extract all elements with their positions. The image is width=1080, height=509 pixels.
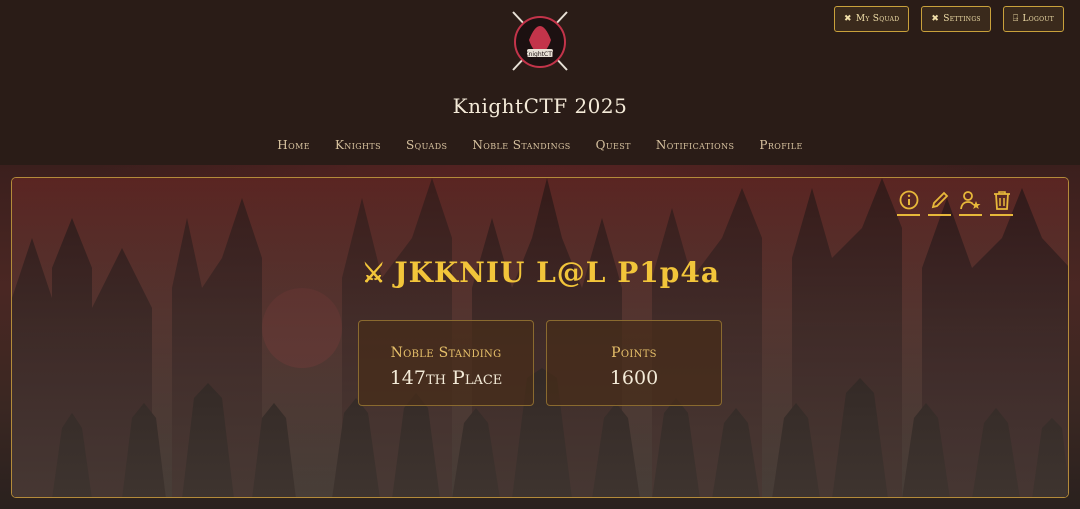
nav-squads[interactable]: Squads	[394, 138, 460, 152]
points-stat: Points 1600	[546, 320, 722, 406]
team-name-heading: ⚔ JKKNIU L@L P1p4a	[12, 256, 1068, 289]
trash-icon[interactable]	[990, 190, 1013, 216]
crossed-swords-icon: ✖	[931, 14, 940, 24]
my-squad-label: My Squad	[855, 14, 900, 24]
settings-label: Settings	[943, 14, 981, 24]
nav-knights[interactable]: Knights	[322, 138, 393, 152]
logout-label: Logout	[1022, 14, 1054, 24]
site-title: KnightCTF 2025	[452, 94, 628, 118]
noble-standing-stat: Noble Standing 147th Place	[358, 320, 534, 406]
header: KnightCTF ✖ My Squad ✖ Settings ⍈ Logout…	[0, 0, 1080, 165]
points-label: Points	[611, 345, 657, 361]
nav-noble-standings[interactable]: Noble Standings	[460, 138, 583, 152]
team-card: ⚔ JKKNIU L@L P1p4a Noble Standing 147th P…	[11, 177, 1069, 498]
noble-standing-value: 147th Place	[389, 367, 503, 389]
card-actions	[897, 190, 1013, 216]
knight-logo-icon: KnightCTF	[512, 11, 568, 71]
crossed-swords-icon: ✖	[844, 14, 852, 24]
nav-quest[interactable]: Quest	[583, 138, 643, 152]
nav-home[interactable]: Home	[265, 138, 323, 152]
points-value: 1600	[609, 367, 659, 389]
knightctf-logo[interactable]: KnightCTF	[507, 6, 573, 74]
svg-text:KnightCTF: KnightCTF	[525, 51, 556, 58]
dark-castle-scene	[12, 178, 1068, 497]
nav-profile[interactable]: Profile	[747, 138, 815, 152]
noble-standing-label: Noble Standing	[390, 345, 502, 361]
team-name: JKKNIU L@L P1p4a	[394, 256, 720, 289]
nav-notifications[interactable]: Notifications	[643, 138, 746, 152]
my-squad-button[interactable]: ✖ My Squad	[834, 6, 910, 32]
logout-button[interactable]: ⍈ Logout	[1002, 6, 1064, 32]
user-star-icon[interactable]	[959, 190, 982, 216]
logout-icon: ⍈	[1012, 14, 1019, 24]
info-icon[interactable]	[897, 190, 920, 216]
main-nav: Home Knights Squads Noble Standings Ques…	[0, 138, 1080, 152]
settings-button[interactable]: ✖ Settings	[921, 6, 991, 32]
edit-icon[interactable]	[928, 190, 951, 216]
top-actions: ✖ My Squad ✖ Settings ⍈ Logout	[834, 6, 1064, 32]
crossed-swords-icon: ⚔	[362, 259, 387, 289]
